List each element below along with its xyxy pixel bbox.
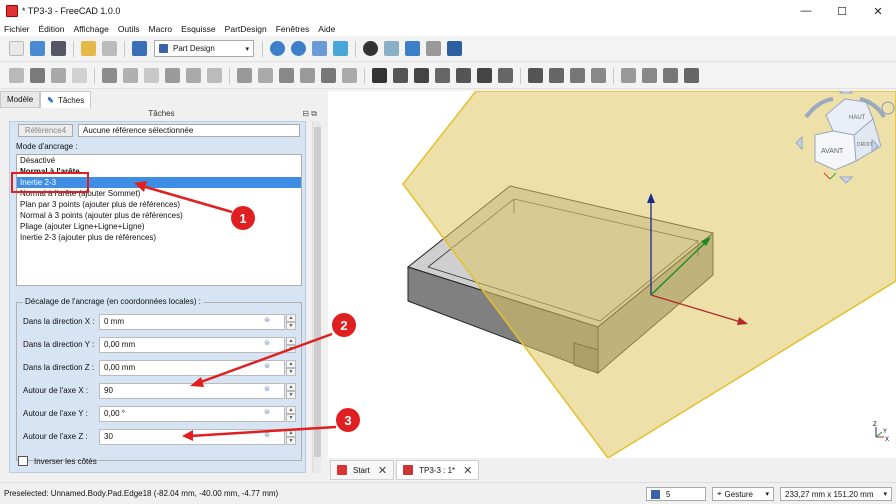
freecad-logo-icon	[337, 465, 347, 475]
chevron-down-icon: ▾	[765, 491, 769, 498]
notification-count[interactable]: 5	[646, 487, 706, 501]
document-tabs: Start ✕ TP3-3 : 1* ✕	[328, 458, 896, 482]
mouse-icon: ⌖	[717, 489, 722, 498]
dimension-display[interactable]: 233,27 mm x 151,20 mm ▾	[780, 487, 892, 501]
annotation-badge-2: 2	[332, 313, 356, 337]
annotation-arrow-2	[197, 332, 333, 385]
navigation-style-selector[interactable]: ⌖ Gesture ▾	[712, 487, 774, 501]
annotation-badge-1: 1	[231, 206, 255, 230]
notification-icon	[651, 489, 660, 499]
annotation-overlay	[11, 172, 337, 441]
tab-start[interactable]: Start ✕	[330, 460, 395, 480]
preselection-text: Preselected: Unnamed.Body.Pad.Edge18 (-8…	[4, 489, 279, 498]
status-bar: Preselected: Unnamed.Body.Pad.Edge18 (-8…	[0, 482, 896, 504]
document-icon	[403, 465, 414, 475]
annotation-badge-3: 3	[336, 408, 360, 432]
close-tab-icon[interactable]: ✕	[378, 464, 387, 477]
annotation-arrow-3	[189, 425, 337, 438]
close-tab-icon[interactable]: ✕	[463, 464, 472, 477]
annotation-arrow-1	[141, 184, 233, 214]
highlight-box	[11, 172, 89, 193]
tab-document[interactable]: TP3-3 : 1* ✕	[396, 460, 480, 480]
chevron-down-icon: ▾	[883, 491, 887, 498]
